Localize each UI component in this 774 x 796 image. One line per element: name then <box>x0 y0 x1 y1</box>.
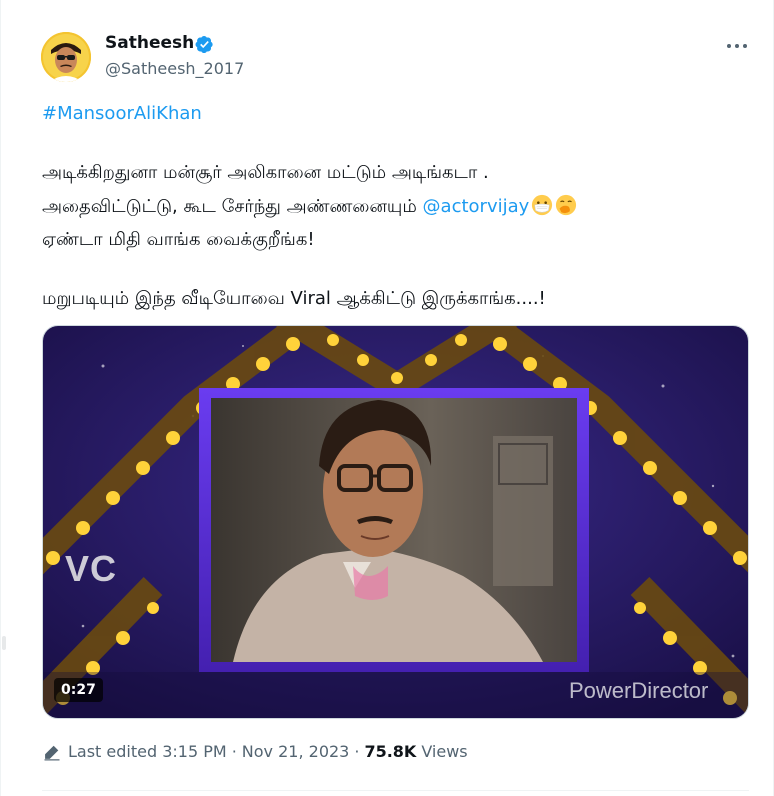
avatar[interactable] <box>41 32 91 82</box>
left-edge <box>1 0 7 796</box>
tweet-text-line-3: ஏண்டா மிதி வாங்க வைக்குறீங்க! <box>42 229 315 250</box>
separator: · <box>231 742 237 761</box>
tweet-meta: Last edited 3:15 PM · Nov 21, 2023 · 75.… <box>43 741 468 763</box>
face-with-medical-mask-icon <box>532 194 553 216</box>
views-count: 75.8K <box>364 742 417 761</box>
author-handle[interactable]: @Satheesh_2017 <box>105 59 244 79</box>
hashtag-link[interactable]: #MansoorAliKhan <box>42 102 202 126</box>
more-options-button[interactable] <box>723 36 751 56</box>
tweet-date-link[interactable]: Nov 21, 2023 <box>242 741 350 763</box>
separator: · <box>354 742 360 761</box>
edit-label: Last edited <box>68 742 158 761</box>
video-overlay-text: VC <box>65 548 118 589</box>
divider <box>42 790 749 791</box>
tweet-card: Satheesh @Satheesh_2017 #MansoorAliKhan … <box>0 0 774 796</box>
video-frame-image <box>43 326 748 718</box>
pencil-icon <box>44 745 60 761</box>
tweet-text-line-1: அடிக்கிறதுனா மன்சூர் அலிகானை மட்டும் அடி… <box>42 162 489 183</box>
verified-badge-icon <box>195 35 213 54</box>
tweet-text-line-2: அதைவிட்டுட்டு, கூட சேர்ந்து அண்ணனையும் @… <box>42 194 577 219</box>
author-name[interactable]: Satheesh <box>105 32 194 54</box>
tweet-text-line-4: மறுபடியும் இந்த வீடியோவை Viral ஆக்கிட்டு… <box>42 288 546 309</box>
more-dots-icon <box>727 44 747 48</box>
scroll-indicator <box>2 636 6 650</box>
views-label: Views <box>421 742 468 761</box>
views-link[interactable]: 75.8K Views <box>364 741 467 763</box>
tweet-text-line-2-prefix: அதைவிட்டுட்டு, கூட சேர்ந்து அண்ணனையும் <box>42 196 423 217</box>
tweet-time: 3:15 PM <box>162 742 227 761</box>
face-with-hand-over-mouth-icon <box>556 194 577 216</box>
video-watermark: PowerDirector <box>569 678 709 703</box>
video-player[interactable]: VC 0:27 PowerDirector <box>42 325 749 719</box>
mention-link[interactable]: @actorvijay <box>423 196 530 217</box>
edit-history-link[interactable]: Last edited 3:15 PM <box>68 741 227 763</box>
video-duration-badge: 0:27 <box>54 678 103 702</box>
